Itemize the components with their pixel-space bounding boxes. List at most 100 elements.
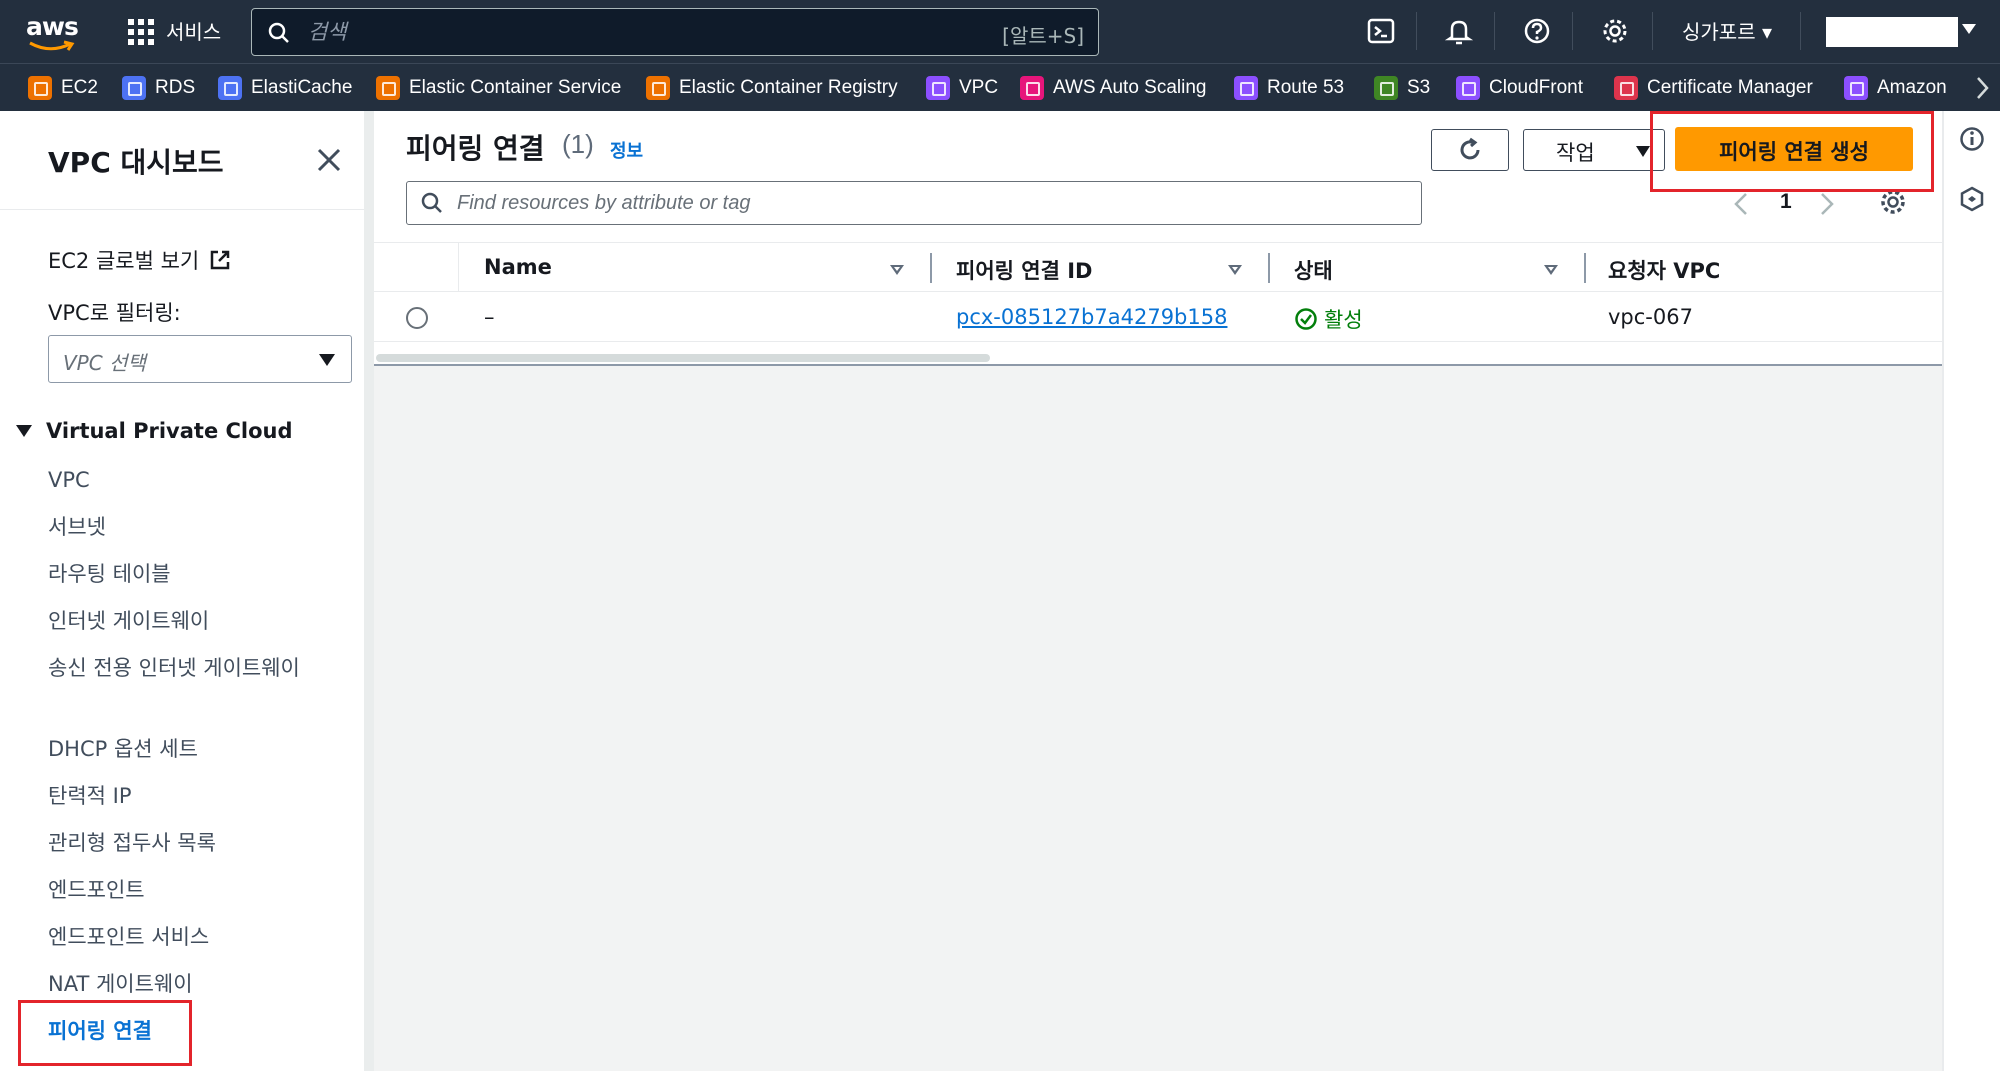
favorite-label: Certificate Manager xyxy=(1647,77,1813,98)
previous-page-icon[interactable] xyxy=(1732,191,1750,217)
favorite-label: Elastic Container Service xyxy=(409,77,622,98)
refresh-button[interactable] xyxy=(1431,129,1509,171)
vpc-filter-select[interactable]: VPC 선택 xyxy=(48,335,352,383)
column-header-status[interactable]: 상태 xyxy=(1294,255,1333,285)
chevron-right-icon[interactable] xyxy=(1972,74,1992,102)
main-content: 피어링 연결 (1) 정보 작업 피어링 연결 생성 1 Name 피어링 연결… xyxy=(374,111,1942,1071)
favorite-auto-scaling[interactable]: AWS Auto Scaling xyxy=(1020,74,1206,102)
global-search[interactable]: [알트+S] xyxy=(251,8,1099,56)
sort-icon[interactable] xyxy=(1544,265,1558,275)
vpc-filter-label: VPC로 필터링: xyxy=(48,301,181,325)
aws-logo[interactable]: aws xyxy=(26,12,80,52)
sidebar-item-route-tables[interactable]: 라우팅 테이블 xyxy=(48,557,318,591)
create-button-highlight xyxy=(1650,111,1934,192)
favorite-cloudfront[interactable]: CloudFront xyxy=(1456,74,1583,102)
cell-peering-connection-id-link[interactable]: pcx-085127b7a4279b158 xyxy=(956,305,1227,329)
actions-dropdown-button[interactable]: 작업 xyxy=(1523,129,1665,171)
services-menu-label[interactable]: 서비스 xyxy=(166,16,221,45)
notifications-bell-icon[interactable] xyxy=(1444,16,1474,46)
status-success-icon xyxy=(1295,308,1317,330)
cloudfront-service-icon xyxy=(1456,76,1480,100)
table-row[interactable]: – pcx-085127b7a4279b158 활성 vpc-067 xyxy=(374,292,1942,342)
favorite-amazon-c[interactable]: Amazon C xyxy=(1844,74,1966,102)
sidebar-item-managed-prefix-lists[interactable]: 관리형 접두사 목록 xyxy=(48,826,318,860)
favorite-label: AWS Auto Scaling xyxy=(1053,77,1207,98)
sidebar-scrollbar[interactable] xyxy=(364,111,374,1071)
top-navigation: aws 서비스 [알트+S] 싱가포르 ▾ xyxy=(0,0,2000,63)
global-search-input[interactable] xyxy=(308,15,908,49)
cloudshell-icon[interactable] xyxy=(1366,16,1396,46)
search-icon xyxy=(421,192,442,213)
hexagon-feature-icon[interactable] xyxy=(1958,185,1986,213)
settings-gear-icon[interactable] xyxy=(1600,16,1630,46)
external-link-icon xyxy=(211,250,230,270)
horizontal-scrollbar-thumb[interactable] xyxy=(376,354,990,362)
sidebar-item-internet-gateways[interactable]: 인터넷 게이트웨이 xyxy=(48,604,318,638)
favorite-ecs[interactable]: Elastic Container Service xyxy=(376,74,621,102)
favorite-label: EC2 xyxy=(61,77,98,98)
column-header-peering-id[interactable]: 피어링 연결 ID xyxy=(956,255,1092,285)
sidebar-item-dhcp-option-sets[interactable]: DHCP 옵션 세트 xyxy=(48,732,318,766)
search-icon xyxy=(268,22,289,43)
cell-name: – xyxy=(484,305,495,329)
favorite-elasticache[interactable]: ElastiCache xyxy=(218,74,352,102)
refresh-icon xyxy=(1460,137,1480,160)
close-icon[interactable] xyxy=(316,147,342,173)
caret-down-icon xyxy=(319,354,335,366)
certificate-manager-service-icon xyxy=(1614,76,1638,100)
row-select-radio[interactable] xyxy=(406,307,428,329)
column-header-requester-vpc[interactable]: 요청자 VPC xyxy=(1608,255,1720,285)
info-link[interactable]: 정보 xyxy=(610,137,643,163)
cell-requester-vpc: vpc-067 xyxy=(1608,305,1693,329)
vpc-service-icon xyxy=(926,76,950,100)
favorite-ecr[interactable]: Elastic Container Registry xyxy=(646,74,898,102)
sidebar-item-subnets[interactable]: 서브넷 xyxy=(48,510,318,544)
sidebar-item-endpoint-services[interactable]: 엔드포인트 서비스 xyxy=(48,920,318,954)
table-header: Name 피어링 연결 ID 상태 요청자 VPC xyxy=(374,242,1942,293)
sidebar-item-endpoints[interactable]: 엔드포인트 xyxy=(48,873,318,907)
sidebar-title: VPC 대시보드 xyxy=(48,146,224,179)
sort-icon[interactable] xyxy=(890,265,904,275)
current-page-number[interactable]: 1 xyxy=(1780,190,1792,214)
sidebar-item-nat-gateways[interactable]: NAT 게이트웨이 xyxy=(48,967,318,1001)
column-header-name[interactable]: Name xyxy=(484,255,552,279)
favorite-label: CloudFront xyxy=(1489,77,1583,98)
sidebar-item-elastic-ips[interactable]: 탄력적 IP xyxy=(48,779,318,813)
status-label: 활성 xyxy=(1324,308,1363,332)
resource-filter[interactable] xyxy=(406,181,1422,225)
favorite-rds[interactable]: RDS xyxy=(122,74,195,102)
favorite-s3[interactable]: S3 xyxy=(1374,74,1430,102)
sort-icon[interactable] xyxy=(1228,265,1242,275)
account-menu[interactable] xyxy=(1826,17,1958,47)
favorite-label: Elastic Container Registry xyxy=(679,77,898,98)
ec2-global-view-link[interactable]: EC2 글로벌 보기 xyxy=(48,245,231,275)
favorite-certificate-manager[interactable]: Certificate Manager xyxy=(1614,74,1813,102)
amazon-service-icon xyxy=(1844,76,1868,100)
sidebar-item-vpc[interactable]: VPC xyxy=(48,463,318,497)
section-virtual-private-cloud[interactable]: Virtual Private Cloud xyxy=(16,419,293,443)
auto-scaling-service-icon xyxy=(1020,76,1044,100)
sidebar: VPC 대시보드 EC2 글로벌 보기 VPC로 필터링: VPC 선택 Vir… xyxy=(0,111,364,1071)
section-label: Virtual Private Cloud xyxy=(46,419,293,443)
resource-count: (1) xyxy=(562,129,594,159)
caret-down-icon xyxy=(1636,146,1650,157)
ec2-service-icon xyxy=(28,76,52,100)
info-panel-icon[interactable] xyxy=(1958,125,1986,153)
ecr-service-icon xyxy=(646,76,670,100)
sidebar-item-egress-only-internet-gateways[interactable]: 송신 전용 인터넷 게이트웨이 xyxy=(48,651,318,685)
resource-filter-input[interactable] xyxy=(457,188,1357,218)
rds-service-icon xyxy=(122,76,146,100)
account-menu-caret-icon[interactable] xyxy=(1962,24,1976,34)
favorite-label: S3 xyxy=(1407,77,1431,98)
favorite-ec2[interactable]: EC2 xyxy=(28,74,98,102)
favorite-vpc[interactable]: VPC xyxy=(926,74,998,102)
favorite-label: ElastiCache xyxy=(251,77,353,98)
next-page-icon[interactable] xyxy=(1818,191,1836,217)
favorite-label: RDS xyxy=(155,77,196,98)
help-icon[interactable] xyxy=(1522,16,1552,46)
region-selector[interactable]: 싱가포르 ▾ xyxy=(1682,16,1772,45)
right-utility-rail xyxy=(1942,111,2000,1071)
favorite-route53[interactable]: Route 53 xyxy=(1234,74,1344,102)
favorites-bar: EC2 RDS ElastiCache Elastic Container Se… xyxy=(0,63,2000,111)
services-grid-icon[interactable] xyxy=(128,19,154,45)
